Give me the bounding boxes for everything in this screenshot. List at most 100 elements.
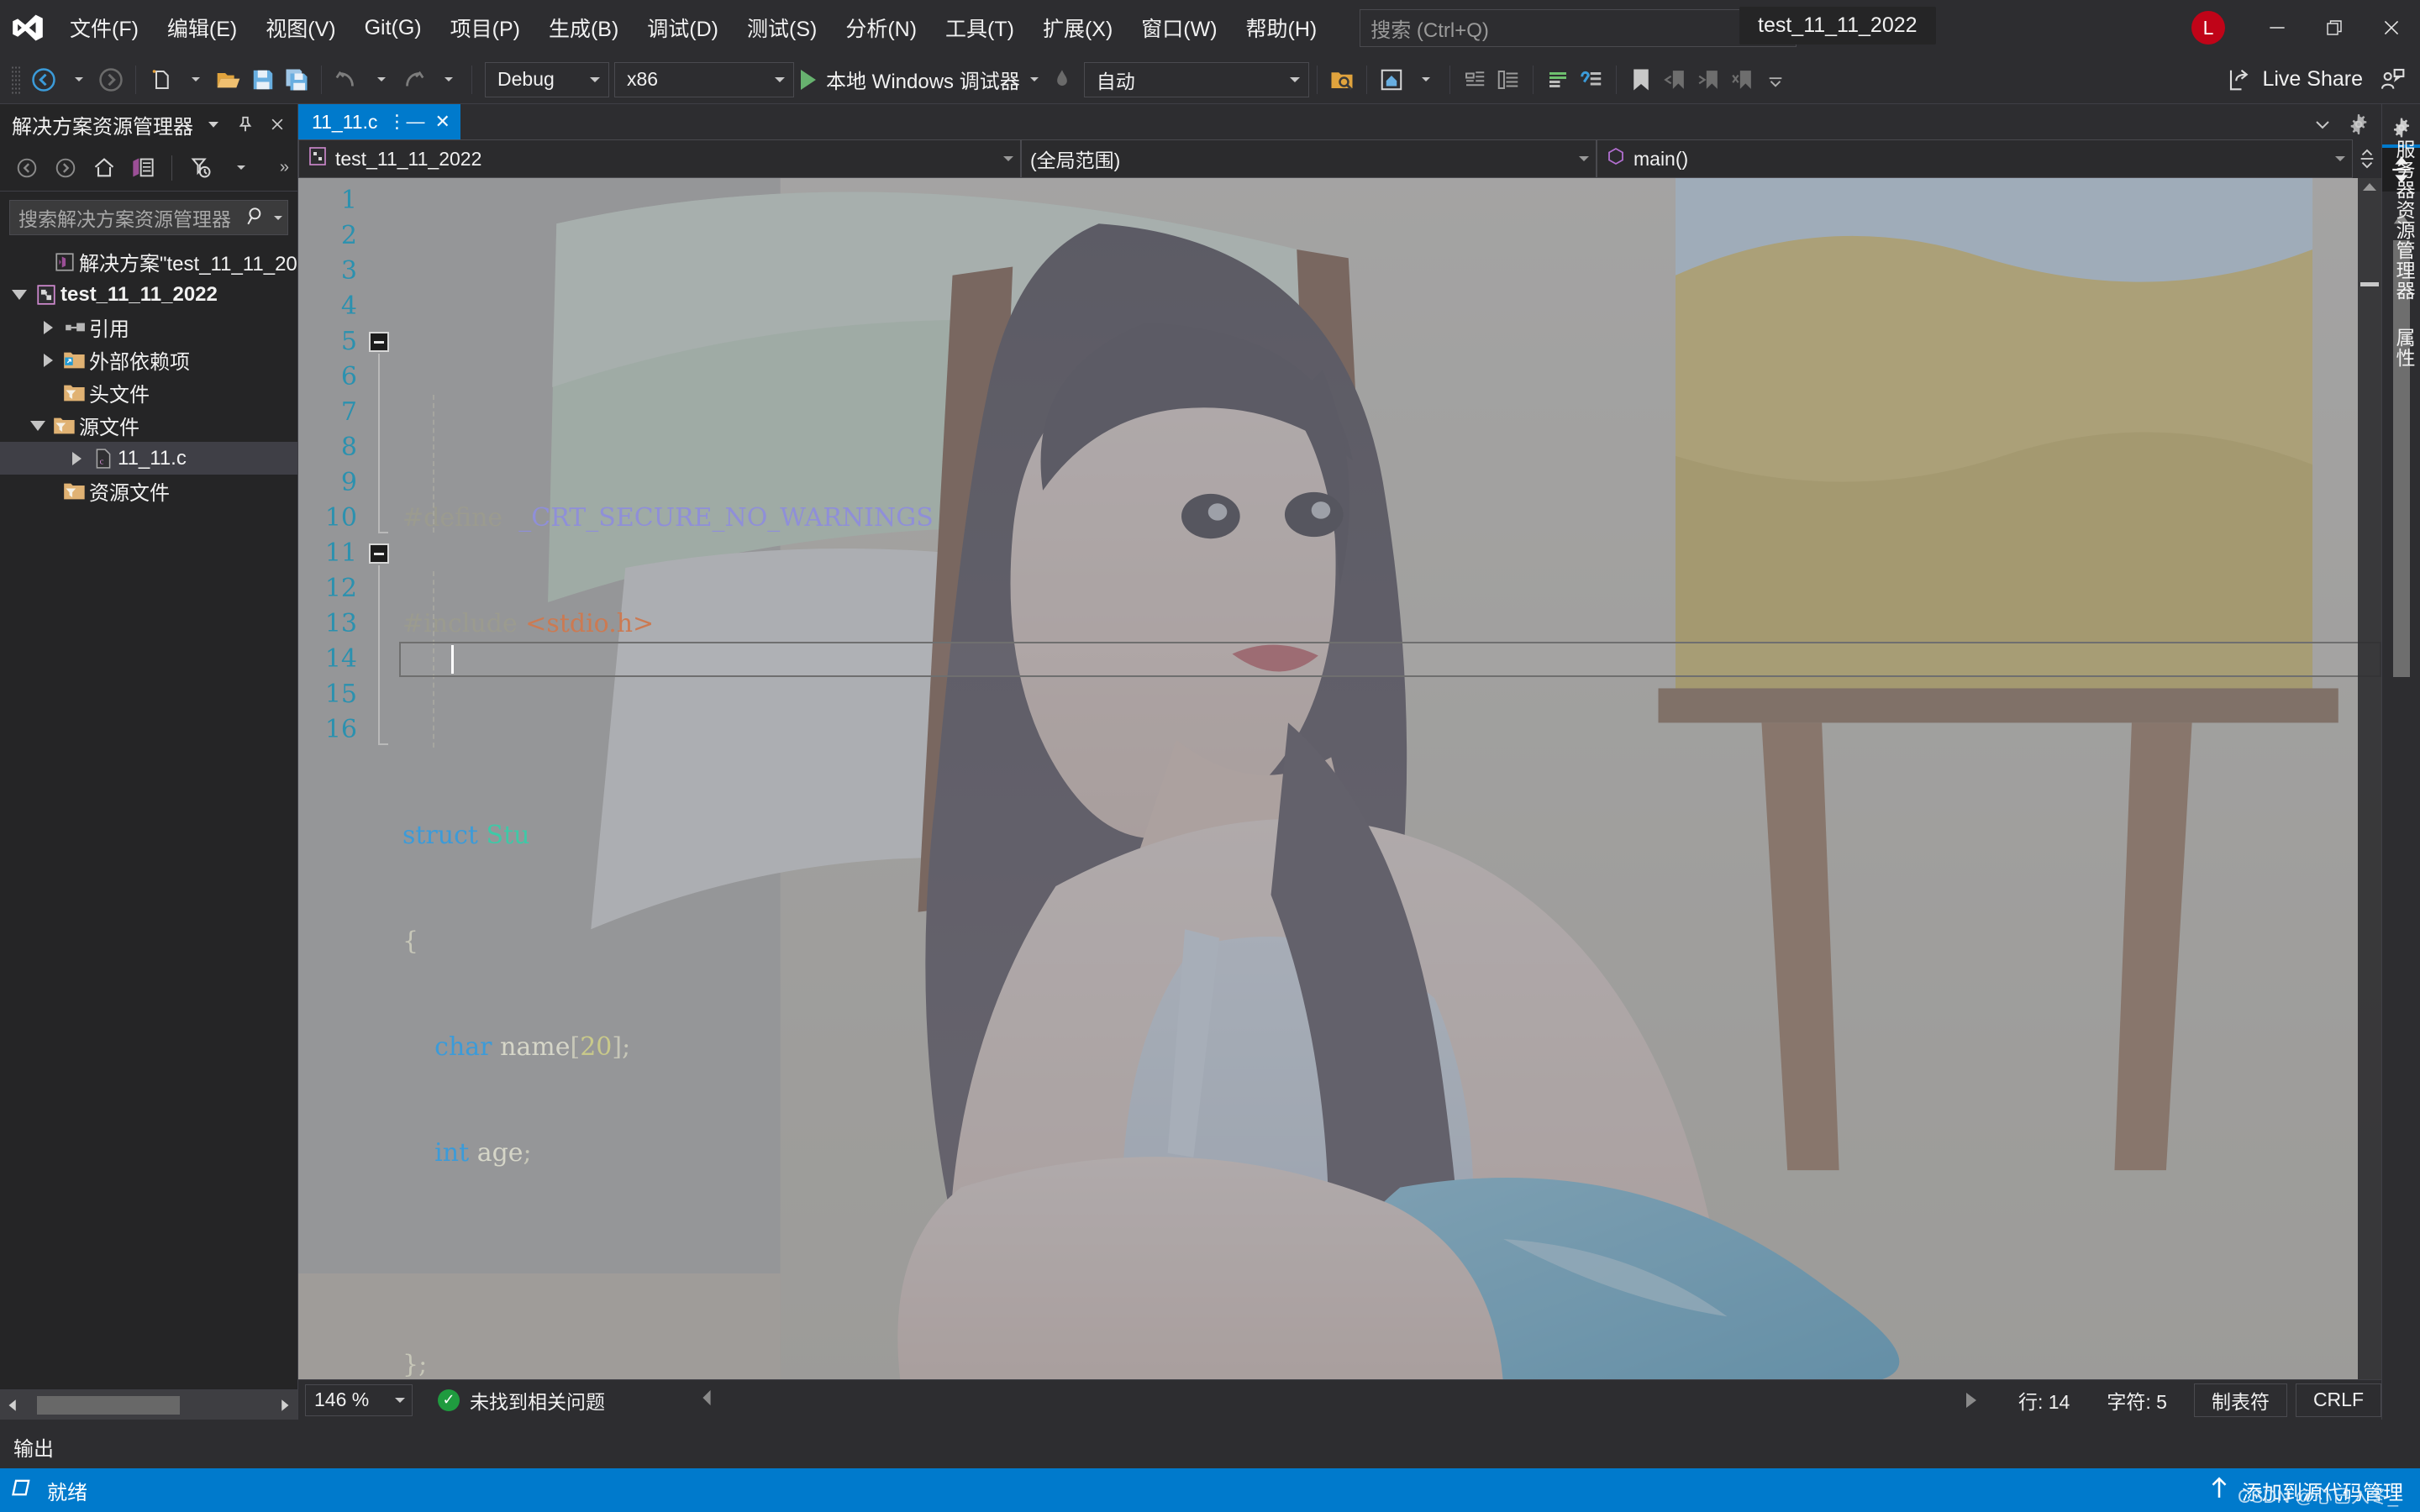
column-indicator[interactable]: 字符: 5 [2088,1386,2186,1415]
live-share-button[interactable]: Live Share [2215,61,2375,98]
indentation-indicator[interactable]: 制表符 [2194,1383,2287,1417]
chevron-down-icon[interactable] [202,112,225,137]
scrollbar-thumb[interactable] [37,1396,180,1415]
fold-toggle-struct[interactable] [369,332,389,352]
debug-target-combo[interactable]: 自动 [1084,62,1309,97]
zoom-level-combo[interactable]: 146 % [305,1384,413,1416]
scroll-right-icon[interactable] [272,1398,297,1413]
properties-window-icon[interactable] [1491,61,1525,98]
scroll-up-icon[interactable] [2363,183,2376,191]
toolbar-chevrons-icon[interactable]: » [280,158,297,177]
pin-icon[interactable] [234,112,257,137]
share-person-icon[interactable] [2375,61,2410,98]
redo-icon[interactable] [397,61,430,98]
menu-edit[interactable]: 编辑(E) [153,0,251,55]
close-icon[interactable]: ✕ [434,111,450,133]
switch-views-icon[interactable] [126,151,160,185]
quick-launch-search[interactable]: 搜索 (Ctrl+Q) [1360,9,1797,47]
tree-item-header-files[interactable]: 头文件 [0,376,297,409]
menu-view[interactable]: 视图(V) [251,0,350,55]
comment-selection-icon[interactable] [1541,61,1575,98]
code-editor[interactable]: 1 2 3 4 5 6 7 8 9 10 11 12 13 14 [298,178,2381,1379]
minimize-button[interactable] [2249,0,2306,55]
tree-item-references[interactable]: 引用 [0,311,297,344]
restore-button[interactable] [2306,0,2363,55]
start-debug-button[interactable]: 本地 Windows 调试器 [794,61,1045,98]
tree-item-source-files[interactable]: 源文件 [0,409,297,442]
toolbox-icon[interactable] [1458,61,1491,98]
solution-explorer-search[interactable]: 搜索解决方案资源管理器 [9,200,288,235]
chevron-down-icon[interactable] [274,216,282,220]
code-content[interactable]: #define _CRT_SECURE_NO_WARNINGS #include… [402,183,2381,1379]
new-file-dropdown[interactable] [177,61,211,98]
solution-home-dropdown[interactable] [1408,61,1442,98]
toolbar-grip[interactable] [11,66,21,94]
menu-build[interactable]: 生成(B) [534,0,633,55]
menu-window[interactable]: 窗口(W) [1127,0,1231,55]
menu-git[interactable]: Git(G) [350,0,436,55]
gear-icon[interactable] [2348,113,2370,139]
tool-tab-server-explorer[interactable]: 服务器资源管理器 [2390,126,2418,314]
menu-test[interactable]: 测试(S) [733,0,831,55]
redo-dropdown[interactable] [430,61,464,98]
next-bookmark-icon[interactable] [1691,61,1725,98]
output-tab[interactable]: 输出 [0,1432,67,1468]
close-icon[interactable] [266,112,289,137]
close-button[interactable] [2363,0,2420,55]
menu-tools[interactable]: 工具(T) [931,0,1028,55]
issue-status[interactable]: ✓ 未找到相关问题 [438,1386,605,1415]
undo-icon[interactable] [329,61,363,98]
menu-help[interactable]: 帮助(H) [1232,0,1332,55]
nav-scope-dropdown[interactable]: (全局范围) [1021,139,1597,178]
menu-file[interactable]: 文件(F) [55,0,153,55]
filter-pending-changes-icon[interactable] [184,151,218,185]
twisty-collapsed[interactable] [64,452,89,465]
left-arrow-icon[interactable] [697,1387,716,1414]
line-ending-indicator[interactable]: CRLF [2296,1383,2381,1417]
editor-tab-11_11-c[interactable]: 11_11.c ⋮— ✕ [298,104,460,139]
find-in-files-icon[interactable] [1325,61,1359,98]
line-indicator[interactable]: 行: 14 [2000,1386,2088,1415]
forward-icon[interactable] [49,151,82,185]
nav-member-dropdown[interactable]: main() [1597,139,2353,178]
twisty-expanded[interactable] [25,421,50,431]
solution-home-icon[interactable] [1375,61,1408,98]
menu-extensions[interactable]: 扩展(X) [1028,0,1127,55]
tree-item-11_11-c[interactable]: c 11_11.c [0,442,297,475]
toolbar-overflow-button[interactable] [1759,61,1792,98]
navigate-back-icon[interactable] [27,61,60,98]
save-icon[interactable] [246,61,280,98]
home-icon[interactable] [87,151,121,185]
menu-debug[interactable]: 调试(D) [633,0,733,55]
tree-item-solution[interactable]: 解决方案"test_11_11_20 [0,245,297,278]
hot-reload-icon[interactable] [1045,61,1079,98]
save-all-icon[interactable] [280,61,313,98]
back-icon[interactable] [10,151,44,185]
solution-horizontal-scrollbar[interactable] [0,1389,297,1420]
new-file-icon[interactable] [144,61,177,98]
right-arrow-icon[interactable] [1966,1393,1976,1408]
configuration-combo[interactable]: Debug [485,62,609,97]
pin-icon[interactable]: ⋮— [387,111,424,133]
platform-combo[interactable]: x86 [614,62,794,97]
tree-item-resource-files[interactable]: 资源文件 [0,475,297,507]
tool-tab-properties[interactable]: 属性 [2390,314,2418,381]
up-arrow-icon[interactable] [2208,1476,2230,1505]
menu-analyze[interactable]: 分析(N) [831,0,931,55]
search-icon[interactable] [245,205,267,231]
undo-dropdown[interactable] [363,61,397,98]
tab-list-icon[interactable] [2312,114,2333,139]
account-avatar[interactable]: L [2191,11,2225,45]
tree-item-external-dependencies[interactable]: 外部依赖项 [0,344,297,376]
solution-explorer-overflow[interactable] [223,151,256,185]
nav-project-dropdown[interactable]: test_11_11_2022 [298,139,1021,178]
twisty-collapsed[interactable] [35,321,60,334]
scroll-left-icon[interactable] [0,1398,25,1413]
twisty-collapsed[interactable] [35,354,60,367]
twisty-expanded[interactable] [7,290,32,300]
navigate-back-dropdown[interactable] [60,61,94,98]
tree-item-project[interactable]: test_11_11_2022 [0,278,297,311]
bookmark-icon[interactable] [1624,61,1658,98]
open-folder-icon[interactable] [211,61,246,98]
clear-bookmarks-icon[interactable] [1725,61,1759,98]
